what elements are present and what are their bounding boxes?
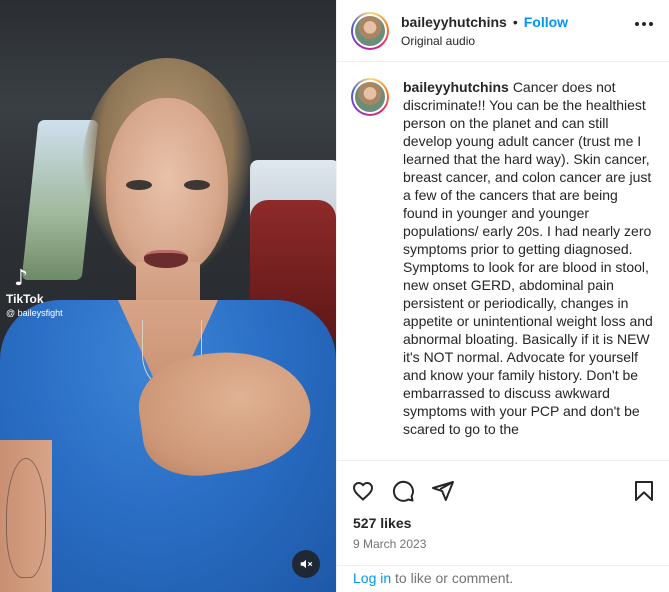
share-button[interactable] — [431, 479, 455, 503]
login-link[interactable]: Log in — [353, 570, 391, 586]
person-mouth — [144, 250, 188, 268]
avatar[interactable] — [351, 11, 389, 50]
save-button[interactable] — [632, 479, 656, 503]
comment-icon — [392, 480, 414, 502]
caption-text-block: baileyyhutchins Cancer does not discrimin… — [403, 78, 653, 460]
action-bar: 527 likes 9 March 2023 — [337, 460, 669, 551]
caption-avatar[interactable] — [351, 78, 389, 116]
post-header: baileyyhutchins • Follow Original audio — [337, 0, 669, 62]
arm-tattoo — [6, 458, 46, 578]
person-eye-right — [184, 180, 210, 190]
tiktok-brand: TikTok — [6, 292, 44, 306]
tiktok-watermark: ♪ TikTok @ baileysfight — [6, 266, 63, 319]
separator-dot: • — [512, 13, 518, 30]
login-prompt-text: to like or comment. — [391, 570, 514, 586]
caption-area: baileyyhutchins Cancer does not discrimin… — [337, 62, 669, 460]
tiktok-handle: @ baileysfight — [6, 308, 63, 318]
tiktok-logo-icon: ♪ — [14, 266, 29, 291]
caption-text: Cancer does not discriminate!! You can b… — [403, 79, 653, 437]
audio-label[interactable]: Original audio — [401, 34, 568, 48]
post-side-panel: baileyyhutchins • Follow Original audio … — [336, 0, 669, 592]
mute-button[interactable] — [292, 550, 320, 578]
likes-count[interactable]: 527 likes — [337, 509, 669, 531]
like-button[interactable] — [351, 479, 375, 503]
post-video[interactable]: ♪ TikTok @ baileysfight — [0, 0, 336, 592]
follow-button[interactable]: Follow — [524, 14, 568, 30]
more-options-icon[interactable] — [635, 22, 653, 26]
bookmark-icon — [635, 481, 653, 501]
muted-speaker-icon — [300, 559, 313, 569]
comment-button[interactable] — [391, 479, 415, 503]
login-prompt: Log in to like or comment. — [337, 565, 669, 592]
share-icon — [432, 481, 454, 501]
post-date[interactable]: 9 March 2023 — [337, 531, 669, 551]
person-eye-left — [126, 180, 152, 190]
header-username[interactable]: baileyyhutchins — [401, 14, 507, 30]
caption-username[interactable]: baileyyhutchins — [403, 79, 509, 95]
heart-icon — [352, 481, 374, 501]
